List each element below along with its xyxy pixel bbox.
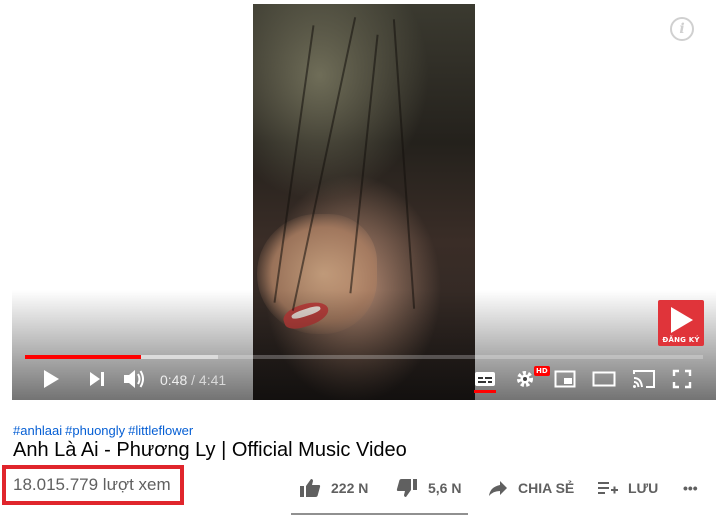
subtitles-active-indicator	[474, 390, 496, 393]
playlist-add-icon	[598, 480, 618, 496]
fullscreen-icon	[672, 369, 692, 389]
theater-icon	[592, 371, 616, 387]
hashtag-link[interactable]: #anhlaai	[13, 423, 62, 438]
play-button[interactable]	[38, 366, 64, 392]
like-button[interactable]: 222 N	[299, 476, 368, 500]
volume-button[interactable]	[120, 366, 148, 392]
hashtag-link[interactable]: #littleflower	[128, 423, 193, 438]
volume-icon	[124, 370, 144, 388]
subtitles-icon	[475, 372, 495, 386]
dislike-count: 5,6 N	[428, 480, 462, 496]
cast-icon	[633, 370, 655, 388]
cast-button[interactable]	[630, 366, 658, 392]
watermark-label: ĐĂNG KÝ	[662, 336, 700, 344]
info-icon[interactable]: i	[670, 17, 694, 41]
time-separator: /	[187, 372, 199, 388]
theater-button[interactable]	[590, 366, 618, 392]
player-controls: 0:48 / 4:41 HD	[12, 362, 716, 396]
share-button[interactable]: CHIA SẺ	[488, 476, 574, 500]
view-count: 18.015.779 lượt xem	[13, 475, 171, 494]
more-icon: •••	[683, 480, 698, 496]
miniplayer-icon	[554, 370, 576, 388]
hd-badge: HD	[534, 366, 550, 376]
dislike-button[interactable]: 5,6 N	[396, 476, 461, 500]
settings-icon	[517, 371, 533, 387]
subtitles-button[interactable]	[472, 366, 498, 392]
thumbs-up-icon	[299, 478, 321, 498]
share-label: CHIA SẺ	[518, 480, 575, 496]
like-count: 222 N	[331, 480, 369, 496]
video-title: Anh Là Ai - Phương Ly | Official Music V…	[13, 439, 407, 461]
hashtag-list: #anhlaai #phuongly #littleflower	[13, 423, 196, 438]
miniplayer-button[interactable]	[552, 366, 578, 392]
duration: 4:41	[198, 372, 227, 388]
next-button[interactable]	[84, 366, 110, 392]
share-icon	[488, 479, 508, 497]
save-label: LƯU	[628, 480, 659, 496]
video-player[interactable]: i ĐĂNG KÝ 0:48 / 4:41 HD	[12, 0, 716, 400]
subscribe-watermark[interactable]: ĐĂNG KÝ	[658, 300, 704, 346]
progress-bar[interactable]	[25, 355, 703, 359]
hair-strand	[392, 19, 416, 309]
time-display: 0:48 / 4:41	[160, 372, 226, 388]
save-button[interactable]: LƯU	[598, 476, 658, 500]
hashtag-link[interactable]: #phuongly	[65, 423, 125, 438]
more-actions-button[interactable]: •••	[683, 476, 698, 500]
current-time: 0:48	[160, 372, 188, 388]
fullscreen-button[interactable]	[669, 366, 695, 392]
next-icon	[90, 372, 104, 386]
progress-played	[25, 355, 141, 359]
thumbs-down-icon	[396, 478, 418, 498]
watermark-play-icon	[671, 307, 693, 333]
play-icon	[44, 370, 59, 388]
